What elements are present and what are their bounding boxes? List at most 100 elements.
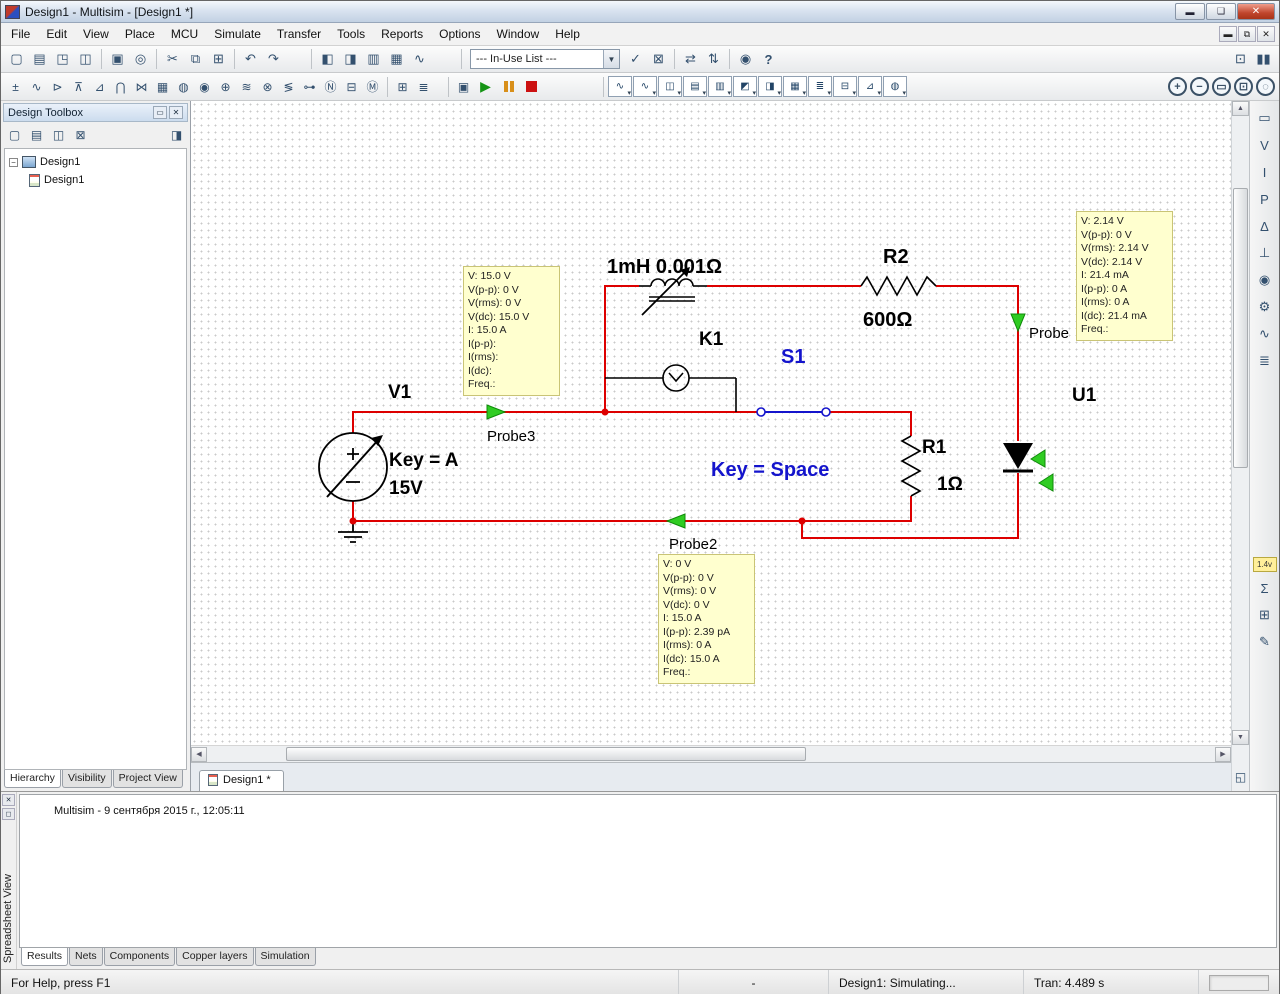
component-wizard-button[interactable]: ▦: [385, 48, 408, 70]
pause-at-button[interactable]: ▮▮: [1252, 48, 1275, 70]
led-name-label[interactable]: U1: [1072, 385, 1097, 406]
measurement-probe-button[interactable]: ▭: [1253, 107, 1277, 129]
voltage-probe-button[interactable]: V: [1253, 134, 1277, 156]
open-sample-button[interactable]: ◳: [51, 48, 74, 70]
scroll-up-icon[interactable]: ▲: [1232, 101, 1249, 116]
windows-layout-button[interactable]: ⊡: [1229, 48, 1252, 70]
bode-plotter-button[interactable]: ◩▾: [733, 76, 757, 97]
wattmeter-button[interactable]: ◫▾: [658, 76, 682, 97]
probe3-readout[interactable]: V: 15.0 V V(p-p): 0 V V(rms): 0 V V(dc):…: [463, 266, 560, 396]
tab-components[interactable]: Components: [104, 948, 176, 966]
stop-simulation-button[interactable]: [520, 76, 543, 98]
misc-digital-group-button[interactable]: ▦: [152, 77, 173, 97]
menu-place[interactable]: Place: [117, 24, 163, 44]
source-group-button[interactable]: ±: [5, 77, 26, 97]
spreadsheet-pin-icon[interactable]: ◻: [2, 808, 15, 820]
mdi-restore-icon[interactable]: ⧉: [1238, 26, 1256, 42]
probe1-arrow-icon[interactable]: [1011, 314, 1025, 331]
probe3-label[interactable]: Probe3: [487, 428, 535, 445]
r1-value-label[interactable]: 1Ω: [937, 474, 963, 495]
resize-grip-icon[interactable]: [1209, 975, 1269, 991]
cut-button[interactable]: ✂: [161, 48, 184, 70]
save-button[interactable]: ◫: [74, 48, 97, 70]
design-toolbox-titlebar[interactable]: Design Toolbox ▭ ✕: [3, 103, 188, 122]
r2-value-label[interactable]: 600Ω: [863, 309, 912, 331]
menu-transfer[interactable]: Transfer: [269, 24, 329, 44]
back-annotate-button[interactable]: ⇄: [679, 48, 702, 70]
switch-key-label[interactable]: Key = Space: [711, 459, 829, 481]
erc-button[interactable]: ✓: [624, 48, 647, 70]
word-generator-button[interactable]: ▦▾: [783, 76, 807, 97]
distortion-analyzer-button[interactable]: ◍▾: [883, 76, 907, 97]
breadboard-button[interactable]: ⊞: [1253, 604, 1277, 626]
tab-copper-layers[interactable]: Copper layers: [176, 948, 253, 966]
probe-settings-button[interactable]: ⚙: [1253, 296, 1277, 318]
oscilloscope-button[interactable]: ▤▾: [683, 76, 707, 97]
zoom-out-button[interactable]: −: [1190, 77, 1209, 96]
menu-reports[interactable]: Reports: [373, 24, 431, 44]
probe1-readout[interactable]: V: 2.14 V V(p-p): 0 V V(rms): 2.14 V V(d…: [1076, 211, 1173, 341]
r1-name-label[interactable]: R1: [922, 437, 947, 458]
bus-button[interactable]: ≣: [413, 77, 434, 97]
tab-nets[interactable]: Nets: [69, 948, 103, 966]
wires[interactable]: [353, 286, 1018, 538]
new-design-button[interactable]: ▢: [4, 125, 25, 145]
function-generator-button[interactable]: ∿▾: [633, 76, 657, 97]
tree-root-label[interactable]: Design1: [40, 156, 80, 168]
menu-options[interactable]: Options: [431, 24, 488, 44]
redo-button[interactable]: ↷: [262, 48, 285, 70]
mcu-group-button[interactable]: Ⓜ: [362, 77, 383, 97]
reference-probe-button[interactable]: ⊥: [1253, 242, 1277, 264]
frequency-counter-button[interactable]: ◨▾: [758, 76, 782, 97]
mdi-close-icon[interactable]: ✕: [1257, 26, 1275, 42]
scroll-right-icon[interactable]: ▶: [1215, 747, 1231, 762]
grapher-rail-button[interactable]: ∿: [1253, 323, 1277, 345]
close-design-button[interactable]: ⊠: [70, 125, 91, 145]
misc-group-button[interactable]: ≋: [236, 77, 257, 97]
led-u1[interactable]: [1003, 443, 1033, 471]
menu-tools[interactable]: Tools: [329, 24, 373, 44]
resistor-r2[interactable]: [861, 277, 936, 295]
multimeter-button[interactable]: ∿▾: [608, 76, 632, 97]
panel-close-icon[interactable]: ✕: [169, 106, 183, 119]
capture-to-pcb-button[interactable]: ⊠: [647, 48, 670, 70]
close-icon[interactable]: ✕: [1237, 3, 1275, 20]
menu-help[interactable]: Help: [547, 24, 588, 44]
basic-group-button[interactable]: ∿: [26, 77, 47, 97]
tab-simulation[interactable]: Simulation: [255, 948, 316, 966]
probe1-label[interactable]: Probe: [1029, 325, 1069, 342]
inductor-name-label[interactable]: K1: [699, 329, 724, 350]
in-use-list-select[interactable]: --- In-Use List --- ▼: [470, 49, 620, 69]
pause-simulation-button[interactable]: [497, 76, 520, 98]
hierarchical-block-button[interactable]: ⊞: [392, 77, 413, 97]
postprocessor-button[interactable]: Σ: [1253, 577, 1277, 599]
v1-key-label[interactable]: Key = A: [389, 450, 459, 471]
dropdown-caret-icon[interactable]: ▼: [603, 50, 619, 68]
save-design-button[interactable]: ◫: [48, 125, 69, 145]
scroll-left-icon[interactable]: ◀: [191, 747, 207, 762]
toggle-design-toolbox-button[interactable]: ◧: [316, 48, 339, 70]
peripherals-group-button[interactable]: ⊗: [257, 77, 278, 97]
tree-child-row[interactable]: Design1: [7, 171, 184, 189]
new-button[interactable]: ▢: [5, 48, 28, 70]
rf-group-button[interactable]: ≶: [278, 77, 299, 97]
logic-analyzer-button[interactable]: ≣▾: [808, 76, 832, 97]
zoom-fit-button[interactable]: ⊡: [1234, 77, 1253, 96]
connector-group-button[interactable]: ⊟: [341, 77, 362, 97]
digital-probe-button[interactable]: ◉: [1253, 269, 1277, 291]
maximize-icon[interactable]: ❑: [1206, 3, 1236, 20]
tab-results[interactable]: Results: [21, 948, 68, 966]
print-button[interactable]: ▣: [106, 48, 129, 70]
toggle-view-button[interactable]: ◨: [166, 125, 187, 145]
voltage-probe-icon[interactable]: 1.4v: [1253, 557, 1277, 572]
menu-window[interactable]: Window: [489, 24, 548, 44]
vertical-scroll-thumb[interactable]: [1233, 188, 1248, 468]
minimize-icon[interactable]: ▬: [1175, 3, 1205, 20]
open-design-button[interactable]: ▤: [26, 125, 47, 145]
spreadsheet-close-icon[interactable]: ✕: [2, 794, 15, 806]
menu-view[interactable]: View: [75, 24, 117, 44]
menu-simulate[interactable]: Simulate: [206, 24, 269, 44]
scroll-down-icon[interactable]: ▼: [1232, 730, 1249, 745]
tab-hierarchy[interactable]: Hierarchy: [4, 770, 61, 788]
forward-annotate-button[interactable]: ⇅: [702, 48, 725, 70]
